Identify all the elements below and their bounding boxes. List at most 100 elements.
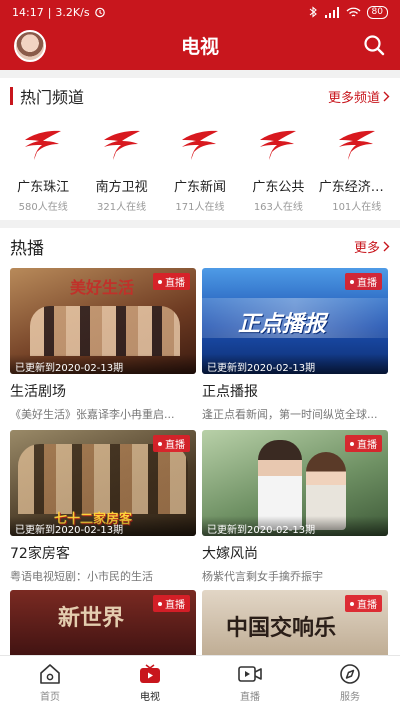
channel-item[interactable]: 广东经济科... 101人在线	[319, 118, 395, 218]
live-dot-icon	[350, 279, 354, 284]
channel-logo-icon	[260, 130, 297, 160]
chevron-right-icon	[383, 91, 390, 101]
signal-icon	[324, 6, 339, 18]
network-speed: 3.2K/s	[55, 5, 90, 19]
hot-play-title: 热播	[10, 238, 44, 259]
live-label: 直播	[165, 440, 185, 451]
hot-channels-title: 热门频道	[20, 88, 85, 107]
channel-logo-icon	[103, 130, 140, 160]
program-card[interactable]: 直播 已更新到2020-02-13期 大嫁风尚 杨紫代言剩女手擒乔振宇	[202, 430, 388, 584]
bottom-navigation: 首页 电视 直播 服务	[0, 655, 400, 710]
channel-online-count: 163人在线	[253, 202, 303, 213]
channel-online-count: 580人在线	[18, 202, 68, 213]
top-header: 14:17 | 3.2K/s 80 电视	[0, 0, 400, 70]
bluetooth-icon	[309, 6, 317, 18]
thumbnail-title: 正点播报	[238, 312, 327, 337]
program-title: 72家房客	[10, 546, 70, 562]
tv-icon	[140, 664, 160, 683]
channel-item[interactable]: 广东珠江 580人在线	[5, 118, 81, 218]
live-dot-icon	[350, 441, 354, 446]
divider	[0, 70, 400, 78]
search-icon[interactable]	[362, 33, 386, 57]
channel-name: 广东公共	[252, 180, 305, 195]
channel-list: 广东珠江 580人在线 南方卫视 321人在线 广东新闻 171人在线 广东公共…	[0, 118, 400, 218]
compass-icon	[340, 664, 360, 684]
program-thumbnail: 七十二家房客 直播 已更新到2020-02-13期	[10, 430, 196, 536]
live-dot-icon	[350, 601, 354, 606]
program-card[interactable]: 正点播报 直播 已更新到2020-02-13期 正点播报 逢正点看新闻，第一时间…	[202, 268, 388, 422]
channel-item[interactable]: 广东新闻 171人在线	[162, 118, 238, 218]
live-badge: 直播	[345, 273, 382, 290]
nav-live-label: 直播	[240, 692, 260, 703]
nav-tv[interactable]: 电视	[100, 656, 200, 710]
channel-logo-icon	[25, 130, 62, 160]
wifi-icon	[346, 7, 361, 17]
program-title: 正点播报	[202, 384, 258, 400]
program-card[interactable]: 七十二家房客 直播 已更新到2020-02-13期 72家房客 粤语电视短剧：小…	[10, 430, 196, 584]
channel-item[interactable]: 南方卫视 321人在线	[84, 118, 160, 218]
page-title: 电视	[180, 36, 219, 58]
channel-name: 广东经济科...	[318, 180, 395, 195]
more-channels-label: 更多频道	[327, 90, 380, 106]
live-label: 直播	[165, 600, 185, 611]
channel-online-count: 171人在线	[175, 202, 225, 213]
live-label: 直播	[357, 440, 377, 451]
nav-home-label: 首页	[40, 692, 60, 703]
program-description: 粤语电视短剧：小市民的生活	[10, 570, 153, 583]
live-label: 直播	[357, 600, 377, 611]
live-dot-icon	[158, 601, 162, 606]
thumbnail-title: 新世界	[58, 606, 125, 631]
channel-item[interactable]: 广东公共 163人在线	[240, 118, 316, 218]
more-hot-play-label: 更多	[353, 240, 380, 256]
chevron-right-icon	[383, 241, 390, 251]
app-root: 14:17 | 3.2K/s 80 电视 热门频道 更多频道 广东珠江 580人…	[0, 0, 400, 710]
program-description: 《美好生活》张嘉译李小冉重启...	[10, 408, 175, 421]
program-description: 杨紫代言剩女手擒乔振宇	[202, 570, 323, 583]
channel-name: 广东珠江	[17, 180, 70, 195]
more-hot-play-link[interactable]: 更多	[354, 237, 390, 256]
thumbnail-art	[30, 306, 180, 356]
channel-logo-icon	[338, 130, 375, 160]
thumbnail-title: 美好生活	[70, 278, 135, 297]
nav-service-label: 服务	[340, 692, 360, 703]
program-thumbnail: 直播 已更新到2020-02-13期	[202, 430, 388, 536]
nav-home[interactable]: 首页	[0, 656, 100, 710]
alarm-icon	[94, 7, 105, 18]
live-badge: 直播	[153, 595, 190, 612]
title-bar: 电视	[0, 24, 400, 68]
more-channels-link[interactable]: 更多频道	[328, 87, 390, 106]
update-info: 已更新到2020-02-13期	[10, 354, 196, 374]
thumbnail-art	[18, 444, 188, 514]
live-label: 直播	[165, 278, 185, 289]
nav-live[interactable]: 直播	[200, 656, 300, 710]
live-badge: 直播	[153, 435, 190, 452]
status-time: 14:17	[12, 5, 44, 19]
hot-play-header: 热播 更多	[0, 228, 400, 264]
channel-online-count: 321人在线	[97, 202, 147, 213]
hot-channels-header: 热门频道 更多频道	[0, 78, 400, 114]
nav-service[interactable]: 服务	[300, 656, 400, 710]
program-card[interactable]: 美好生活 直播 已更新到2020-02-13期 生活剧场 《美好生活》张嘉译李小…	[10, 268, 196, 422]
live-video-icon	[238, 666, 262, 682]
section-accent-bar	[10, 87, 13, 105]
update-info: 已更新到2020-02-13期	[202, 516, 388, 536]
nav-tv-label: 电视	[140, 692, 160, 703]
thumbnail-title: 中国交响乐	[226, 615, 337, 641]
program-thumbnail: 美好生活 直播 已更新到2020-02-13期	[10, 268, 196, 374]
channel-logo-icon	[181, 130, 218, 160]
live-badge: 直播	[345, 595, 382, 612]
battery-indicator: 80	[366, 5, 388, 19]
channel-name: 南方卫视	[95, 180, 148, 195]
home-icon	[40, 664, 60, 684]
program-title: 生活剧场	[10, 384, 66, 400]
live-badge: 直播	[153, 273, 190, 290]
live-dot-icon	[158, 441, 162, 446]
program-title: 大嫁风尚	[202, 546, 258, 562]
live-dot-icon	[158, 279, 162, 284]
channel-name: 广东新闻	[173, 180, 226, 195]
channel-online-count: 101人在线	[332, 202, 382, 213]
live-label: 直播	[357, 278, 377, 289]
update-info: 已更新到2020-02-13期	[202, 354, 388, 374]
program-thumbnail: 正点播报 直播 已更新到2020-02-13期	[202, 268, 388, 374]
divider	[0, 220, 400, 228]
